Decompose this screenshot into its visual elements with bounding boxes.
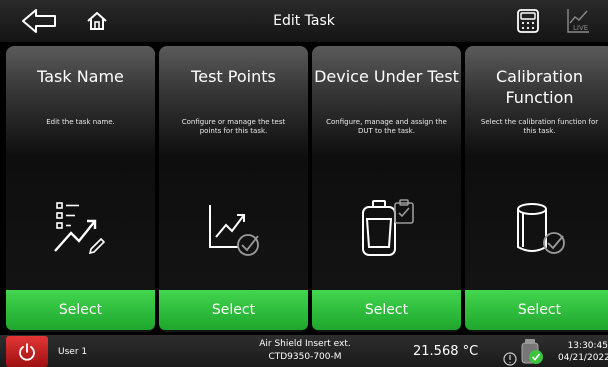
select-button-calibration-function[interactable]: Select <box>465 290 608 330</box>
select-button-test-points[interactable]: Select <box>159 290 308 330</box>
system-status-button[interactable] <box>500 337 550 367</box>
insert-name: Air Shield Insert ext. <box>259 339 351 349</box>
dut-device-icon <box>361 199 414 256</box>
card-device-under-test[interactable]: Device Under Test Configure, manage and … <box>312 46 461 332</box>
card-description: Edit the task name. <box>46 118 115 126</box>
time-label: 13:30:45 <box>567 341 608 351</box>
card-test-points[interactable]: Test Points Configure or manage the test… <box>159 46 308 332</box>
select-button-task-name[interactable]: Select <box>6 290 155 330</box>
calculator-icon <box>517 9 539 33</box>
clock: 13:30:45 04/21/2022 <box>558 340 608 364</box>
system-ok-icon <box>503 339 543 366</box>
card-title: Task Name <box>37 67 124 86</box>
date-label: 04/21/2022 <box>558 353 608 363</box>
calculator-button[interactable] <box>513 4 543 38</box>
insert-info: Air Shield Insert ext. CTD9350-700-M <box>220 338 390 364</box>
user-label[interactable]: User 1 <box>58 347 87 357</box>
temperature-readout: 21.568 °C <box>413 344 479 359</box>
top-bar: Edit Task LIVE <box>0 0 608 42</box>
live-icon: LIVE <box>567 9 589 33</box>
live-button[interactable]: LIVE <box>563 4 593 38</box>
card-title: Test Points <box>191 67 276 86</box>
card-task-name[interactable]: Task Name Edit the task name. Select <box>6 46 155 332</box>
card-description: Select the calibration function for this… <box>480 118 599 135</box>
status-bar: User 1 Air Shield Insert ext. CTD9350-70… <box>0 335 608 367</box>
select-button-device-under-test[interactable]: Select <box>312 290 461 330</box>
card-description: Configure or manage the test points for … <box>181 118 286 135</box>
card-calibration-function[interactable]: Calibration Function Select the calibrat… <box>465 46 608 332</box>
power-icon <box>19 342 35 361</box>
card-title: Calibration Function <box>495 67 584 107</box>
live-label: LIVE <box>573 24 588 32</box>
power-button[interactable] <box>6 336 48 367</box>
test-points-chart-icon <box>208 205 259 256</box>
calibration-cylinder-icon <box>516 203 565 254</box>
task-cards: Task Name Edit the task name. Select Tes… <box>6 46 608 334</box>
insert-model: CTD9350-700-M <box>268 352 342 362</box>
card-title: Device Under Test <box>314 67 459 86</box>
task-list-icon <box>53 202 105 255</box>
card-description: Configure, manage and assign the DUT to … <box>326 118 447 135</box>
